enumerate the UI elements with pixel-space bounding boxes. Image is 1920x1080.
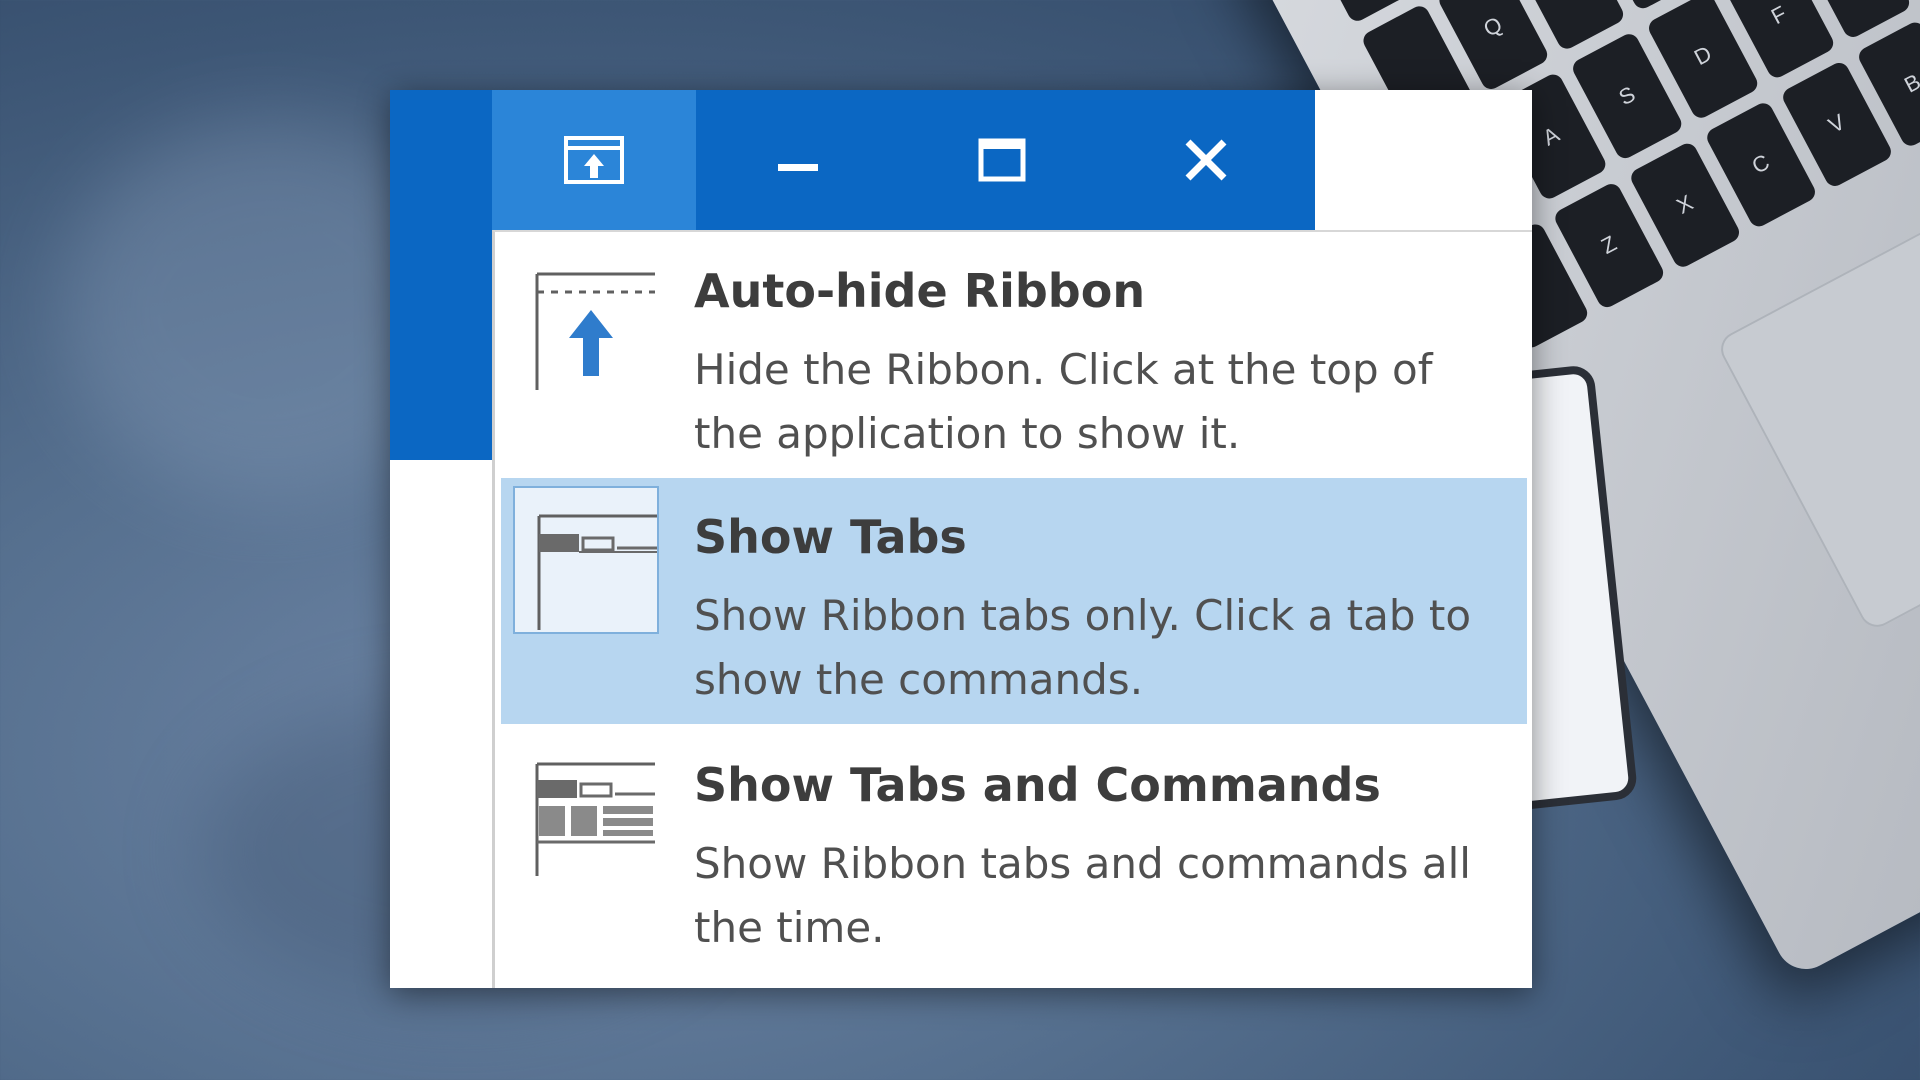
ribbon-display-options-icon — [564, 136, 624, 184]
close-button[interactable] — [1104, 90, 1308, 230]
office-window: Auto-hide Ribbon Hide the Ribbon. Click … — [390, 90, 1532, 988]
menu-item-description: Hide the Ribbon. Click at the top of the… — [694, 345, 1433, 458]
menu-item-show-tabs-and-commands[interactable]: Show Tabs and Commands Show Ribbon tabs … — [501, 726, 1527, 988]
close-icon — [1185, 139, 1227, 181]
show-tabs-and-commands-icon — [531, 760, 661, 900]
ribbon-area — [390, 230, 494, 460]
minimize-icon — [778, 164, 818, 171]
menu-item-description: Show Ribbon tabs and commands all the ti… — [694, 839, 1471, 952]
menu-item-description: Show Ribbon tabs only. Click a tab to sh… — [694, 591, 1472, 704]
menu-item-title: Show Tabs and Commands — [694, 758, 1381, 812]
minimize-button[interactable] — [696, 90, 900, 230]
menu-item-title: Auto-hide Ribbon — [694, 264, 1146, 318]
maximize-icon — [978, 138, 1026, 182]
auto-hide-ribbon-icon — [531, 266, 661, 406]
menu-item-title: Show Tabs — [694, 510, 967, 564]
menu-item-auto-hide-ribbon[interactable]: Auto-hide Ribbon Hide the Ribbon. Click … — [501, 232, 1527, 476]
title-bar — [390, 90, 1315, 230]
show-tabs-icon — [531, 508, 661, 648]
ribbon-display-options-button[interactable] — [492, 90, 696, 230]
menu-item-show-tabs[interactable]: Show Tabs Show Ribbon tabs only. Click a… — [501, 478, 1527, 724]
ribbon-display-options-menu: Auto-hide Ribbon Hide the Ribbon. Click … — [492, 230, 1532, 988]
maximize-button[interactable] — [900, 90, 1104, 230]
